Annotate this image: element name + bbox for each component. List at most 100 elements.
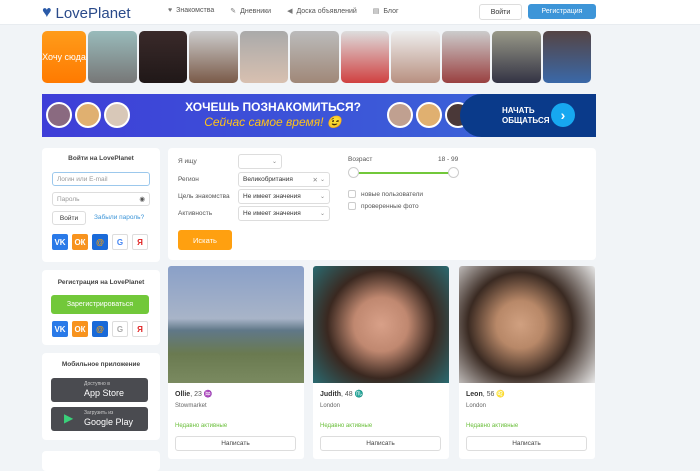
logo[interactable]: ♥ LovePlanet (42, 4, 131, 22)
region-label: Регион (178, 176, 199, 183)
login-submit[interactable]: Войти (52, 211, 86, 225)
write-message-button[interactable]: Написать (466, 436, 587, 451)
zodiac-icon: ♌ (496, 391, 506, 398)
name: Leon (466, 391, 483, 398)
google-register[interactable]: G (112, 321, 128, 337)
goal-select[interactable]: Не имеет значения ⌄ (238, 189, 330, 204)
google-login[interactable]: G (112, 234, 128, 250)
login-title: Войти на LovePlanet (68, 155, 134, 162)
vk-register[interactable]: VK (52, 321, 68, 337)
featured-photo[interactable] (88, 31, 137, 83)
ok-register[interactable]: ОК (72, 321, 88, 337)
nav-label: Дневники (240, 8, 272, 15)
gplay-small: Загрузить из (84, 410, 114, 416)
region-value: Великобритания (243, 176, 293, 183)
search-card: Я ищу ⌄ Регион Великобритания ✕ ⌄ Цель зна… (168, 148, 596, 260)
want-here-button[interactable]: Хочу сюда (42, 31, 86, 83)
age-min-handle[interactable] (348, 167, 359, 178)
age-max-handle[interactable] (448, 167, 459, 178)
activity-select[interactable]: Не имеет значения ⌄ (238, 206, 330, 221)
profile-photo[interactable] (168, 266, 304, 383)
promo-banner[interactable]: ХОЧЕШЬ ПОЗНАКОМИТЬСЯ? Сейчас самое время… (42, 94, 596, 137)
password-input[interactable]: Пароль ◉ (52, 192, 150, 206)
register-button[interactable]: Регистрация (528, 4, 596, 19)
activity-status: Недавно активные (320, 423, 373, 429)
mailru-register[interactable]: @ (92, 321, 108, 337)
login-card: Войти на LovePlanet Логин или E-mail Пар… (42, 148, 160, 262)
age: , 23 (190, 391, 202, 398)
featured-photo[interactable] (391, 31, 440, 83)
zodiac-icon: ♒ (203, 391, 213, 398)
banner-avatar (46, 102, 72, 128)
chevron-right-icon[interactable]: › (551, 103, 575, 127)
megaphone-icon: ◀ (287, 8, 293, 15)
registration-title: Регистрация на LovePlanet (57, 279, 145, 286)
ok-login[interactable]: ОК (72, 234, 88, 250)
app-store-button[interactable]: Доступно в App Store (51, 378, 148, 402)
chevron-down-icon: ⌄ (319, 177, 325, 183)
age-slider-track[interactable] (353, 172, 454, 174)
region-select[interactable]: Великобритания ✕ ⌄ (238, 172, 330, 187)
profile-photo[interactable] (459, 266, 595, 383)
yandex-register[interactable]: Я (132, 321, 148, 337)
registration-card: Регистрация на LovePlanet Зарегистрирова… (42, 270, 160, 345)
nav-board[interactable]: ◀ Доска объявлений (287, 7, 357, 15)
featured-photo[interactable] (189, 31, 238, 83)
nav-blog[interactable]: ▤ Блог (373, 7, 399, 15)
seeking-label: Я ищу (178, 158, 197, 165)
nav-dating[interactable]: ♥ Знакомства (168, 7, 214, 15)
mobile-title: Мобильное приложение (61, 361, 141, 368)
play-icon: ▶ (64, 411, 74, 425)
nav-label: Знакомства (176, 7, 215, 14)
featured-photo[interactable] (340, 31, 389, 83)
activity-value: Не имеет значения (243, 210, 301, 217)
profile-card[interactable]: Judith, 48 ♏ London Недавно активные Нап… (313, 266, 449, 459)
verified-checkbox[interactable] (348, 202, 356, 210)
age-label: Возраст (348, 156, 373, 163)
featured-photo[interactable] (492, 31, 541, 83)
logo-text: LovePlanet (55, 4, 131, 22)
banner-subtitle: Сейчас самое время! 😉 (204, 115, 342, 129)
forgot-password-link[interactable]: Забыли пароль? (94, 214, 144, 221)
profile-name: Judith, 48 ♏ (320, 390, 363, 398)
extra-card (42, 451, 160, 471)
document-icon: ▤ (372, 8, 380, 15)
profile-city: London (320, 403, 341, 409)
nav-label: Доска объявлений (296, 8, 357, 15)
nav-diaries[interactable]: ✎ Дневники (230, 7, 271, 15)
age: , 48 (341, 391, 353, 398)
chevron-down-icon: ⌄ (319, 194, 325, 200)
register-now-button[interactable]: Зарегистрироваться (51, 295, 149, 314)
featured-photo[interactable] (239, 31, 288, 83)
featured-photo[interactable] (542, 31, 591, 83)
mailru-login[interactable]: @ (92, 234, 108, 250)
eye-icon[interactable]: ◉ (139, 195, 145, 203)
main-nav: ♥ Знакомства ✎ Дневники ◀ Доска объявлений … (168, 7, 399, 15)
profile-name: Leon, 56 ♌ (466, 390, 505, 398)
new-users-checkbox[interactable] (348, 190, 356, 198)
password-placeholder: Пароль (57, 195, 80, 203)
featured-photo[interactable] (290, 31, 339, 83)
clear-icon[interactable]: ✕ (313, 176, 318, 184)
vk-login[interactable]: VK (52, 234, 68, 250)
login-button[interactable]: Войти (479, 4, 522, 20)
profile-card[interactable]: Leon, 56 ♌ London Недавно активные Напис… (459, 266, 595, 459)
featured-photo[interactable] (138, 31, 187, 83)
featured-photo[interactable] (441, 31, 490, 83)
profile-photo[interactable] (313, 266, 449, 383)
login-input[interactable]: Логин или E-mail (52, 172, 150, 186)
profile-card[interactable]: Ollie, 23 ♒ Stowmarket Недавно активные … (168, 266, 304, 459)
write-message-button[interactable]: Написать (320, 436, 441, 451)
appstore-label: App Store (84, 388, 125, 398)
goal-label: Цель знакомства (178, 193, 230, 200)
write-message-button[interactable]: Написать (175, 436, 296, 451)
featured-photos: Хочу сюда (42, 31, 591, 83)
banner-avatar (387, 102, 413, 128)
heart-icon: ♥ (168, 7, 173, 14)
seeking-select[interactable]: ⌄ (238, 154, 282, 169)
yandex-login[interactable]: Я (132, 234, 148, 250)
goal-value: Не имеет значения (243, 193, 301, 200)
google-play-button[interactable]: ▶ Загрузить из Google Play (51, 407, 148, 431)
search-button[interactable]: Искать (178, 230, 232, 250)
mobile-app-card: Мобильное приложение Доступно в App Store… (42, 353, 160, 440)
